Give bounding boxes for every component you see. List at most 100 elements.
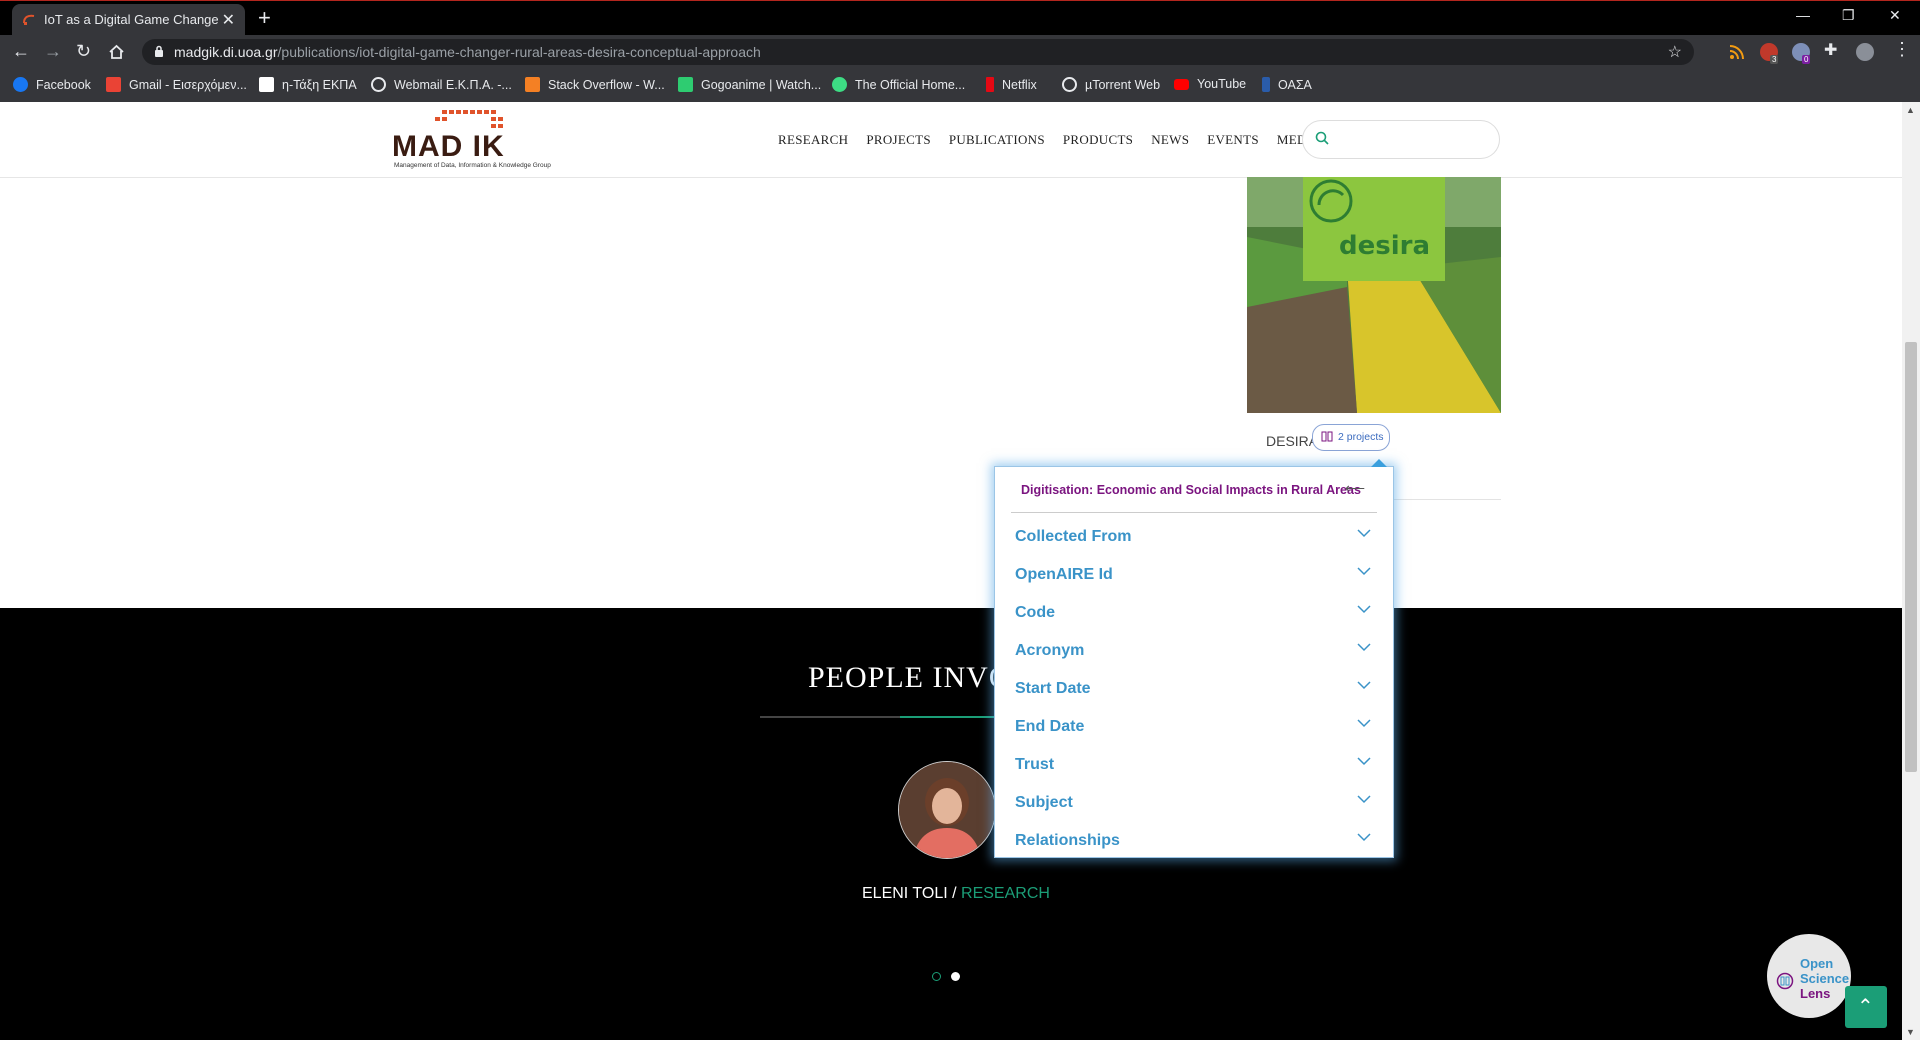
close-tab-icon[interactable]: ✕ <box>222 10 235 30</box>
extensions-puzzle-icon[interactable]: ✚ <box>1824 40 1837 60</box>
back-icon[interactable]: ← <box>12 41 30 62</box>
nav-research[interactable]: RESEARCH <box>778 132 848 148</box>
row-label: Acronym <box>1015 642 1085 659</box>
site-search-input[interactable] <box>1302 120 1500 159</box>
oasa-icon <box>1262 77 1270 92</box>
bookmark-webmail[interactable]: Webmail Ε.Κ.Π.Α. -... <box>371 77 512 92</box>
reload-icon[interactable]: ↻ <box>76 41 91 62</box>
bookmark-label: µTorrent Web <box>1085 77 1161 92</box>
person-role[interactable]: RESEARCH <box>961 885 1050 902</box>
web-page: MAD IK Management of Data, Information &… <box>0 102 1902 1040</box>
popup-row-subject[interactable]: Subject <box>1015 789 1377 819</box>
title-underline <box>760 716 1000 718</box>
desira-logo-text: desira <box>1339 231 1430 261</box>
close-window-icon[interactable]: ✕ <box>1889 7 1901 24</box>
nav-projects[interactable]: PROJECTS <box>866 132 931 148</box>
open-science-lens-widget[interactable]: Open Science Lens <box>1767 934 1851 1018</box>
chevron-up-icon: ⌃ <box>1857 996 1874 1018</box>
popup-project-title: Digitisation: Economic and Social Impact… <box>1021 483 1361 497</box>
bookmark-eclass[interactable]: η-Τάξη ΕΚΠΑ <box>259 77 357 92</box>
popup-row-relationships[interactable]: Relationships <box>1015 827 1377 857</box>
open-science-lens-label: Open Science Lens <box>1800 956 1849 1001</box>
person-name[interactable]: ELENI TOLI <box>862 885 948 902</box>
nav-events[interactable]: EVENTS <box>1207 132 1259 148</box>
nav-products[interactable]: PRODUCTS <box>1063 132 1133 148</box>
madgik-logo[interactable]: MAD IK Management of Data, Information &… <box>392 106 562 170</box>
bookmark-gogoanime[interactable]: Gogoanime | Watch... <box>678 77 821 92</box>
row-label: Trust <box>1015 756 1055 773</box>
row-label: Collected From <box>1015 528 1132 545</box>
browser-toolbar: ← → ↻ madgik.di.uoa.gr/publications/iot-… <box>0 35 1920 69</box>
openaire-projects-icon <box>1321 431 1333 442</box>
projects-badge[interactable]: 2 projects <box>1312 424 1390 451</box>
bookmark-label: The Official Home... <box>855 77 966 92</box>
popup-row-collected-from[interactable]: Collected From <box>1015 523 1377 553</box>
nav-news[interactable]: NEWS <box>1151 132 1189 148</box>
netflix-icon <box>986 77 994 92</box>
person-portrait <box>899 762 995 858</box>
new-tab-icon[interactable]: + <box>258 5 271 31</box>
popup-separator <box>1011 512 1377 513</box>
logo-subtitle: Management of Data, Information & Knowle… <box>394 162 551 169</box>
address-bar[interactable]: madgik.di.uoa.gr/publications/iot-digita… <box>142 39 1694 65</box>
scrollbar-thumb[interactable] <box>1905 342 1917 772</box>
widget-line-2: Science <box>1800 971 1850 986</box>
popup-row-openaire-id[interactable]: OpenAIRE Id <box>1015 561 1377 591</box>
site-header: MAD IK Management of Data, Information &… <box>0 102 1902 178</box>
scroll-up-icon[interactable]: ▲ <box>1906 105 1915 115</box>
person-avatar[interactable] <box>898 761 996 859</box>
title-underline-accent <box>900 716 1000 718</box>
chevron-down-icon <box>1357 757 1371 766</box>
project-details-popup: Digitisation: Economic and Social Impact… <box>994 459 1394 858</box>
popup-row-acronym[interactable]: Acronym <box>1015 637 1377 667</box>
bookmark-youtube[interactable]: YouTube <box>1174 77 1246 91</box>
row-label: OpenAIRE Id <box>1015 566 1113 583</box>
chevron-down-icon <box>1357 795 1371 804</box>
restore-icon[interactable]: ❐ <box>1842 7 1855 24</box>
minimize-icon[interactable]: — <box>1796 7 1810 23</box>
bookmark-netflix[interactable]: Netflix <box>986 77 1037 92</box>
facebook-icon <box>13 77 28 92</box>
menu-kebab-icon[interactable]: ⋮ <box>1893 39 1911 60</box>
browser-tab[interactable]: IoT as a Digital Game Changer in ✕ <box>12 4 245 35</box>
bookmark-utorrent[interactable]: µTorrent Web <box>1062 77 1160 92</box>
chevron-down-icon <box>1357 605 1371 614</box>
popup-row-end-date[interactable]: End Date <box>1015 713 1377 743</box>
popup-row-code[interactable]: Code <box>1015 599 1377 629</box>
row-label: Code <box>1015 604 1055 621</box>
nav-publications[interactable]: PUBLICATIONS <box>949 132 1045 148</box>
carousel-dot[interactable] <box>951 972 960 981</box>
popup-row-start-date[interactable]: Start Date <box>1015 675 1377 705</box>
desira-project-image[interactable]: desira <box>1247 177 1501 413</box>
extension-badge: 0 <box>1802 55 1811 64</box>
page-scrollbar[interactable]: ▲ ▼ <box>1902 102 1920 1040</box>
bookmark-official-home[interactable]: The Official Home... <box>832 77 965 92</box>
forward-icon[interactable]: → <box>44 41 62 62</box>
row-label: Relationships <box>1015 832 1120 849</box>
bookmark-label: Netflix <box>1002 77 1037 92</box>
main-nav: RESEARCH PROJECTS PUBLICATIONS PRODUCTS … <box>778 132 1321 148</box>
rss-extension-icon[interactable] <box>1728 43 1746 61</box>
profile-avatar[interactable] <box>1856 43 1874 61</box>
bookmark-star-icon[interactable]: ☆ <box>1668 42 1682 62</box>
bookmark-label: Gmail - Εισερχόμεν... <box>129 77 247 92</box>
bookmark-label: Gogoanime | Watch... <box>701 77 822 92</box>
browser-window: IoT as a Digital Game Changer in ✕ + — ❐… <box>0 0 1920 1040</box>
gogoanime-icon <box>678 77 693 92</box>
back-to-top-button[interactable]: ⌃ <box>1845 986 1887 1028</box>
bookmark-gmail[interactable]: Gmail - Εισερχόμεν... <box>106 77 247 92</box>
carousel-dot-active[interactable] <box>932 972 941 981</box>
bookmark-oasa[interactable]: ΟΑΣΑ <box>1262 77 1312 92</box>
back-arrow-icon[interactable]: ⟵ <box>1345 480 1365 497</box>
url-path: /publications/iot-digital-game-changer-r… <box>277 44 761 60</box>
home-icon[interactable] <box>108 44 125 60</box>
bookmark-label: YouTube <box>1197 77 1247 91</box>
madgik-favicon-icon <box>23 14 35 25</box>
popup-row-trust[interactable]: Trust <box>1015 751 1377 781</box>
bookmark-stackoverflow[interactable]: Stack Overflow - W... <box>525 77 665 92</box>
chevron-down-icon <box>1357 681 1371 690</box>
scroll-down-icon[interactable]: ▼ <box>1906 1027 1915 1037</box>
bookmark-facebook[interactable]: Facebook <box>13 77 91 92</box>
person-credit: ELENI TOLI / RESEARCH <box>862 885 1050 903</box>
people-section-title: PEOPLE INVO <box>808 661 1012 694</box>
